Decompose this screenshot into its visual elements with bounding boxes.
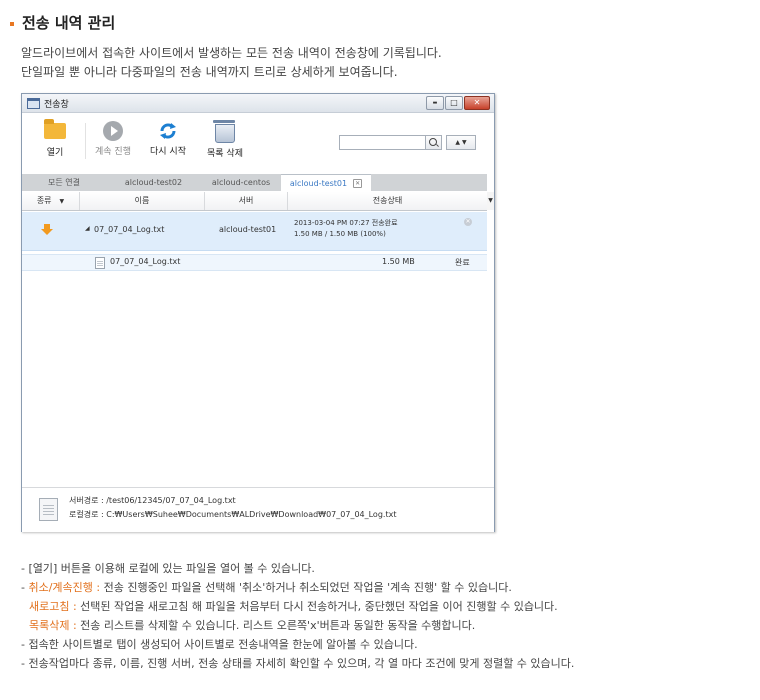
close-icon: ✕ (473, 98, 481, 107)
resume-button[interactable]: 계속 진행 (95, 121, 131, 157)
close-button[interactable]: ✕ (464, 96, 490, 110)
minimize-button[interactable]: ▬ (426, 96, 444, 110)
local-path-row: 로컬경로 : C:₩Users₩Suhee₩Documents₩ALDrive₩… (69, 509, 396, 520)
tree-expander[interactable]: ◢ (85, 225, 90, 232)
note-cancel-text: 전송 진행중인 파일을 선택해 '취소'하거나 취소되었던 작업을 '계속 진행… (100, 581, 512, 594)
intro-text: 알드라이브에서 접속한 사이트에서 발생하는 모든 전송 내역이 전송창에 기록… (21, 44, 442, 82)
maximize-button[interactable]: □ (445, 96, 463, 110)
feature-notes: - [열기] 버튼을 이용해 로컬에 있는 파일을 열어 볼 수 있습니다. -… (21, 559, 574, 673)
row-close-icon[interactable]: ✕ (464, 218, 472, 226)
note-cancel-label: 취소/계속진행 : (28, 581, 101, 594)
note-line-delete: 목록삭제 : 전송 리스트를 삭제할 수 있습니다. 리스트 오른쪽'x'버튼과… (21, 616, 574, 635)
window-controls: ▬ □ ✕ (425, 96, 490, 110)
site-tabs: 모든 연결 alcloud-test02 alcloud-centos alcl… (22, 174, 487, 191)
column-server[interactable]: 서버 (205, 192, 288, 210)
transfer-row-name: 07_07_04_Log.txt (94, 225, 165, 234)
heading-bullet (10, 21, 14, 26)
window-title: 전송창 (44, 100, 69, 110)
column-status[interactable]: 전송상태 (288, 192, 487, 210)
column-menu-arrow[interactable]: ▼ (487, 192, 494, 210)
server-path-row: 서버경로 : /test06/12345/07_07_04_Log.txt (69, 495, 236, 506)
tab-close-icon[interactable]: ✕ (353, 179, 363, 188)
transfer-row[interactable]: ◢ 07_07_04_Log.txt alcloud-test01 2013-0… (22, 212, 487, 251)
file-icon (95, 257, 105, 269)
window-titlebar[interactable]: 전송창 ▬ □ ✕ (22, 94, 494, 113)
search-icon (429, 138, 437, 146)
search-button[interactable] (425, 135, 442, 150)
column-type-label: 종류 (36, 196, 52, 205)
note-line-sort: - 전송작업마다 종류, 이름, 진행 서버, 전송 상태를 자세히 확인할 수… (21, 657, 575, 670)
status-bar: 서버경로 : /test06/12345/07_07_04_Log.txt 로컬… (22, 487, 494, 532)
server-path-label: 서버경로 : (69, 496, 104, 505)
refresh-icon (159, 123, 176, 139)
open-button-label: 열기 (46, 148, 64, 158)
note-delete-label: 목록삭제 : (29, 619, 77, 632)
maximize-icon: □ (450, 98, 458, 107)
local-path-value: C:₩Users₩Suhee₩Documents₩ALDrive₩Downloa… (106, 510, 397, 519)
restart-button-label: 다시 시작 (150, 147, 186, 157)
note-line-cancel: - 취소/계속진행 : 전송 진행중인 파일을 선택해 '취소'하거나 취소되었… (21, 578, 574, 597)
toolbar-divider (85, 123, 86, 159)
tab-alcloud-centos[interactable]: alcloud-centos (201, 174, 281, 191)
server-path-value: /test06/12345/07_07_04_Log.txt (106, 496, 236, 505)
tab-alcloud-test02[interactable]: alcloud-test02 (106, 174, 201, 191)
note-refresh-label: 새로고침 : (29, 600, 77, 613)
chevron-down-icon[interactable]: ▼ (60, 198, 65, 205)
column-type[interactable]: 종류 ▼ (22, 192, 80, 210)
intro-line-2: 단일파일 뿐 아니라 다중파일의 전송 내역까지 트리로 상세하게 보여줍니다. (21, 65, 398, 79)
tab-all-connections[interactable]: 모든 연결 (22, 174, 106, 191)
child-file-row[interactable]: 07_07_04_Log.txt 1.50 MB 완료 (22, 254, 487, 271)
delete-list-button[interactable]: 목록 삭제 (207, 120, 243, 159)
play-icon (102, 121, 123, 141)
document-icon (39, 498, 58, 521)
tab-alcloud-test01[interactable]: alcloud-test01 ✕ (281, 174, 371, 191)
open-button[interactable]: 열기 (44, 119, 66, 158)
transfer-row-progress: 1.50 MB / 1.50 MB (100%) (294, 230, 386, 238)
download-arrow-icon (41, 224, 53, 235)
transfer-window: 전송창 ▬ □ ✕ 열기 계속 진행 다시 시작 목록 삭제 ▲ ▼ 모든 연결… (21, 93, 495, 532)
note-line-refresh: 새로고침 : 선택된 작업을 새로고침 해 파일을 처음부터 다시 전송하거나,… (21, 597, 574, 616)
note-line-open: - [열기] 버튼을 이용해 로컬에 있는 파일을 열어 볼 수 있습니다. (21, 562, 315, 575)
column-header: 종류 ▼ 이름 서버 전송상태 (22, 192, 487, 211)
note-delete-text: 전송 리스트를 삭제할 수 있습니다. 리스트 오른쪽'x'버튼과 동일한 동작… (76, 619, 476, 632)
column-name[interactable]: 이름 (80, 192, 205, 210)
local-path-label: 로컬경로 : (69, 510, 104, 519)
resume-button-label: 계속 진행 (95, 147, 131, 157)
window-app-icon (27, 98, 40, 109)
folder-icon (44, 119, 66, 139)
trash-icon (212, 120, 235, 143)
minimize-icon: ▬ (432, 100, 438, 106)
transfer-row-server: alcloud-test01 (219, 225, 277, 234)
transfer-row-status: 2013-03-04 PM 07:27 전송완료 (294, 219, 398, 227)
note-refresh-text: 선택된 작업을 새로고침 해 파일을 처음부터 다시 전송하거나, 중단했던 작… (76, 600, 558, 613)
page-title-text: 전송 내역 관리 (22, 14, 116, 32)
child-file-size: 1.50 MB (382, 257, 415, 266)
restart-button[interactable]: 다시 시작 (150, 121, 186, 157)
intro-line-1: 알드라이브에서 접속한 사이트에서 발생하는 모든 전송 내역이 전송창에 기록… (21, 46, 442, 60)
note-line-tabs: - 접속한 사이트별로 탭이 생성되어 사이트별로 전송내역을 한눈에 알아볼 … (21, 638, 418, 651)
delete-list-button-label: 목록 삭제 (207, 149, 243, 159)
page-title: 전송 내역 관리 (10, 12, 115, 33)
sort-order-buttons[interactable]: ▲ ▼ (446, 135, 476, 150)
child-file-name: 07_07_04_Log.txt (110, 257, 181, 266)
tab-alcloud-test01-label: alcloud-test01 (289, 179, 348, 188)
child-file-status: 완료 (455, 258, 470, 267)
